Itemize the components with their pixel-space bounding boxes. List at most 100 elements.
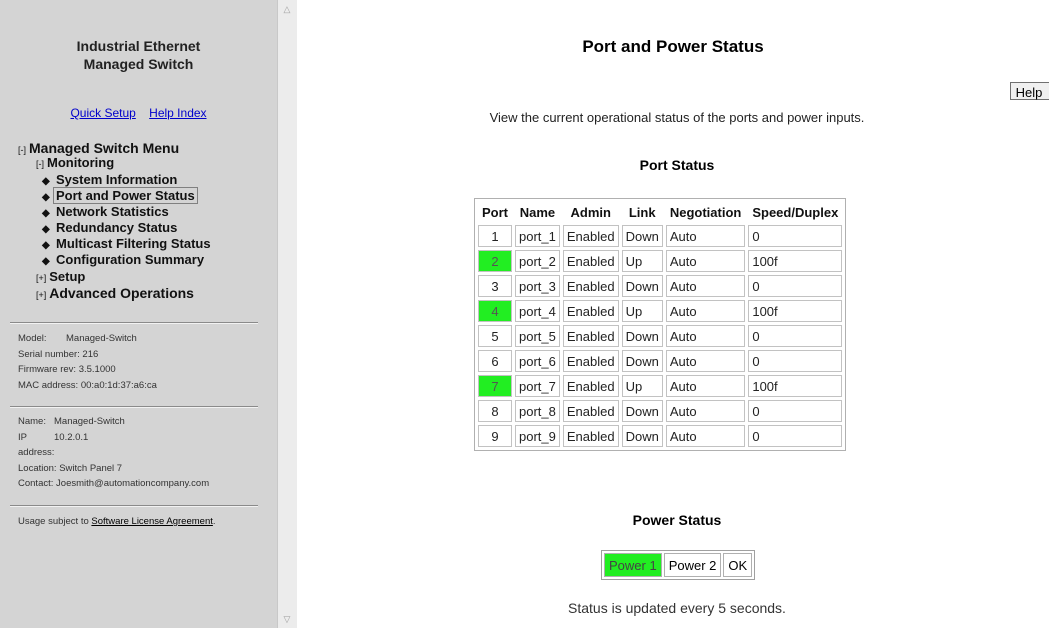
menu-item-port-and-power-status[interactable]: ◆ Port and Power Status	[42, 187, 198, 204]
menu-monitoring[interactable]: [-] Monitoring	[36, 155, 114, 170]
expand-toggle-icon[interactable]: [+]	[36, 273, 46, 283]
divider	[10, 406, 258, 408]
name-label: Name:	[18, 416, 46, 427]
speed-duplex-cell: 0	[748, 325, 843, 347]
table-row: 5 port_5 Enabled Down Auto 0	[478, 325, 843, 347]
sidebar: Industrial Ethernet Managed Switch Quick…	[0, 0, 277, 628]
menu-item-network-statistics[interactable]: ◆ Network Statistics	[42, 204, 169, 219]
menu-item-label[interactable]: Network Statistics	[56, 204, 169, 219]
ip-row: IP 10.2.0.1	[18, 430, 268, 446]
contact-value: Joesmith@automationcompany.com	[56, 478, 210, 489]
sidebar-scrollbar[interactable]: △ ▽	[277, 0, 297, 628]
column-header: Name	[519, 204, 556, 220]
firmware-value: 3.5.1000	[78, 364, 116, 375]
port-name-cell: port_9	[515, 425, 560, 447]
menu-item-configuration-summary[interactable]: ◆ Configuration Summary	[42, 252, 204, 267]
menu-monitoring-label: Monitoring	[47, 155, 115, 170]
table-row: 9 port_9 Enabled Down Auto 0	[478, 425, 843, 447]
port-number-cell: 1	[478, 225, 512, 247]
product-title: Industrial Ethernet Managed Switch	[0, 37, 277, 73]
menu-item-label[interactable]: System Information	[56, 172, 177, 187]
mac-row: MAC address: 00:a0:1d:37:a6:ca	[18, 378, 268, 394]
table-row: 6 port_6 Enabled Down Auto 0	[478, 350, 843, 372]
link-cell: Down	[621, 275, 663, 297]
power-2-indicator: Power 2	[663, 553, 722, 577]
model-label: Model:	[18, 333, 47, 344]
admin-cell: Enabled	[562, 425, 619, 447]
link-cell: Down	[621, 400, 663, 422]
port-number-cell: 6	[478, 350, 512, 372]
bullet-icon: ◆	[42, 240, 50, 251]
bullet-icon: ◆	[42, 224, 50, 235]
negotiation-cell: Auto	[665, 400, 746, 422]
ip-value: 10.2.0.1	[54, 431, 89, 443]
collapse-toggle-icon[interactable]: [-]	[18, 145, 26, 155]
firmware-row: Firmware rev: 3.5.1000	[18, 362, 268, 378]
port-name-cell: port_7	[515, 375, 560, 397]
page-description: View the current operational status of t…	[489, 110, 865, 125]
divider	[10, 505, 258, 507]
menu-root[interactable]: [-] Managed Switch Menu	[18, 140, 179, 156]
menu-advanced-label: Advanced Operations	[49, 285, 194, 301]
link-cell: Down	[621, 425, 663, 447]
speed-duplex-cell: 0	[748, 275, 843, 297]
collapse-toggle-icon[interactable]: [-]	[36, 159, 44, 169]
help-index-link[interactable]: Help Index	[149, 106, 206, 120]
admin-cell: Enabled	[562, 375, 619, 397]
column-header: Admin	[570, 204, 611, 220]
page-title: Port and Power Status	[582, 37, 764, 56]
software-license-link[interactable]: Software License Agreement	[91, 516, 212, 527]
location-row: Location: Switch Panel 7	[18, 461, 268, 477]
admin-cell: Enabled	[562, 300, 619, 322]
port-status-table: Port Name Admin Link Negotiation Speed/D…	[474, 198, 847, 451]
product-title-line1: Industrial Ethernet	[76, 38, 201, 54]
serial-row: Serial number: 216	[18, 347, 268, 363]
negotiation-cell: Auto	[665, 325, 746, 347]
port-name-cell: port_8	[515, 400, 560, 422]
port-number-cell: 3	[478, 275, 512, 297]
link-cell: Down	[621, 325, 663, 347]
admin-cell: Enabled	[562, 325, 619, 347]
menu-item-label[interactable]: Redundancy Status	[56, 220, 177, 235]
link-cell: Up	[621, 250, 663, 272]
expand-toggle-icon[interactable]: [+]	[36, 290, 46, 300]
menu-item-redundancy-status[interactable]: ◆ Redundancy Status	[42, 220, 177, 235]
speed-duplex-cell: 0	[748, 350, 843, 372]
location-label: Location:	[18, 462, 57, 474]
name-value: Managed-Switch	[54, 416, 125, 427]
port-name-cell: port_6	[515, 350, 560, 372]
bullet-icon: ◆	[42, 176, 50, 187]
port-status-heading: Port Status	[639, 157, 715, 173]
menu-item-multicast-filtering-status[interactable]: ◆ Multicast Filtering Status	[42, 236, 211, 251]
scroll-down-arrow-icon[interactable]: ▽	[281, 613, 293, 625]
port-number-cell: 7	[478, 375, 512, 397]
license-suffix: .	[212, 516, 216, 527]
table-row: 7 port_7 Enabled Up Auto 100f	[478, 375, 843, 397]
menu-root-label: Managed Switch Menu	[29, 140, 180, 156]
identity-info: Name: Managed-Switch IP 10.2.0.1 address: …	[18, 414, 268, 492]
negotiation-cell: Auto	[665, 350, 746, 372]
negotiation-cell: Auto	[665, 425, 746, 447]
admin-cell: Enabled	[562, 225, 619, 247]
menu-item-label[interactable]: Configuration Summary	[56, 252, 204, 267]
serial-label: Serial number:	[18, 348, 80, 360]
link-cell: Up	[621, 375, 663, 397]
port-name-cell: port_2	[515, 250, 560, 272]
admin-cell: Enabled	[562, 350, 619, 372]
speed-duplex-cell: 100f	[748, 375, 843, 397]
menu-item-label[interactable]: Multicast Filtering Status	[56, 236, 211, 251]
sidebar-links: Quick Setup Help Index	[0, 106, 277, 120]
port-name-cell: port_1	[515, 225, 560, 247]
mac-value: 00:a0:1d:37:a6:ca	[80, 379, 157, 391]
speed-duplex-cell: 0	[748, 225, 843, 247]
negotiation-cell: Auto	[665, 375, 746, 397]
menu-item-label-active[interactable]: Port and Power Status	[53, 187, 198, 204]
power-1-indicator: Power 1	[604, 553, 662, 577]
menu-advanced-operations[interactable]: [+] Advanced Operations	[36, 285, 194, 301]
menu-setup[interactable]: [+] Setup	[36, 269, 85, 284]
scroll-up-arrow-icon[interactable]: △	[281, 3, 293, 15]
mac-label: MAC address:	[18, 379, 79, 391]
help-button[interactable]: Help	[1010, 82, 1049, 100]
menu-item-system-information[interactable]: ◆ System Information	[42, 172, 177, 187]
quick-setup-link[interactable]: Quick Setup	[70, 106, 135, 120]
